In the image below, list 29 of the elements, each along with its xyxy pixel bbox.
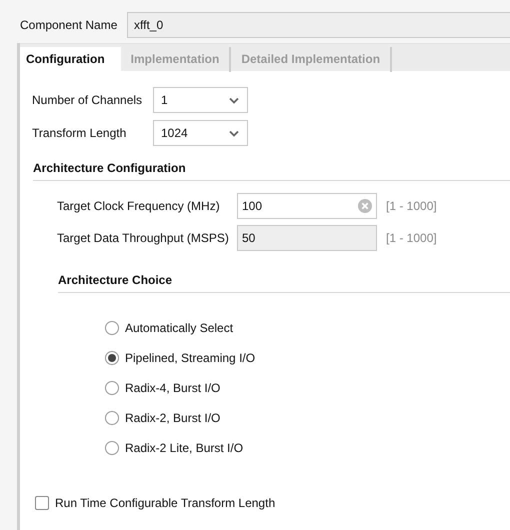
- checkbox[interactable]: [35, 496, 49, 510]
- dropdown[interactable]: 1024: [153, 120, 248, 146]
- field-label: Component Name: [19, 17, 118, 34]
- field-label: Transform Length: [32, 125, 128, 142]
- tab[interactable]: Configuration: [20, 47, 121, 72]
- chevron-down-icon: [229, 130, 239, 136]
- field-label: Target Data Throughput (MSPS): [57, 230, 230, 247]
- radio-button[interactable]: [105, 411, 119, 425]
- option-label: Radix-4, Burst I/O: [125, 380, 220, 397]
- component-name-field[interactable]: xfft_0: [127, 12, 510, 38]
- option-label: Radix-2, Burst I/O: [125, 410, 220, 427]
- radio-button[interactable]: [105, 321, 119, 335]
- range-hint: [1 - 1000]: [386, 230, 437, 247]
- chevron-down-icon: [229, 96, 239, 104]
- text-field[interactable]: 100: [237, 193, 377, 219]
- field-label: Target Clock Frequency (MHz): [57, 198, 221, 215]
- section-heading: Architecture Configuration: [33, 159, 510, 181]
- section-heading: Architecture Choice: [58, 271, 510, 293]
- option-label: Pipelined, Streaming I/O: [125, 350, 256, 367]
- clear-icon[interactable]: [358, 199, 372, 213]
- option-label: Automatically Select: [125, 320, 234, 337]
- field-label: Number of Channels: [32, 92, 144, 109]
- radio-button[interactable]: [105, 381, 119, 395]
- range-hint: [1 - 1000]: [386, 198, 437, 215]
- radio-button[interactable]: [105, 351, 119, 365]
- option-label: Radix-2 Lite, Burst I/O: [125, 440, 244, 457]
- checkbox-label: Run Time Configurable Transform Length: [55, 495, 276, 512]
- radio-button[interactable]: [105, 441, 119, 455]
- dropdown[interactable]: 1: [153, 87, 248, 113]
